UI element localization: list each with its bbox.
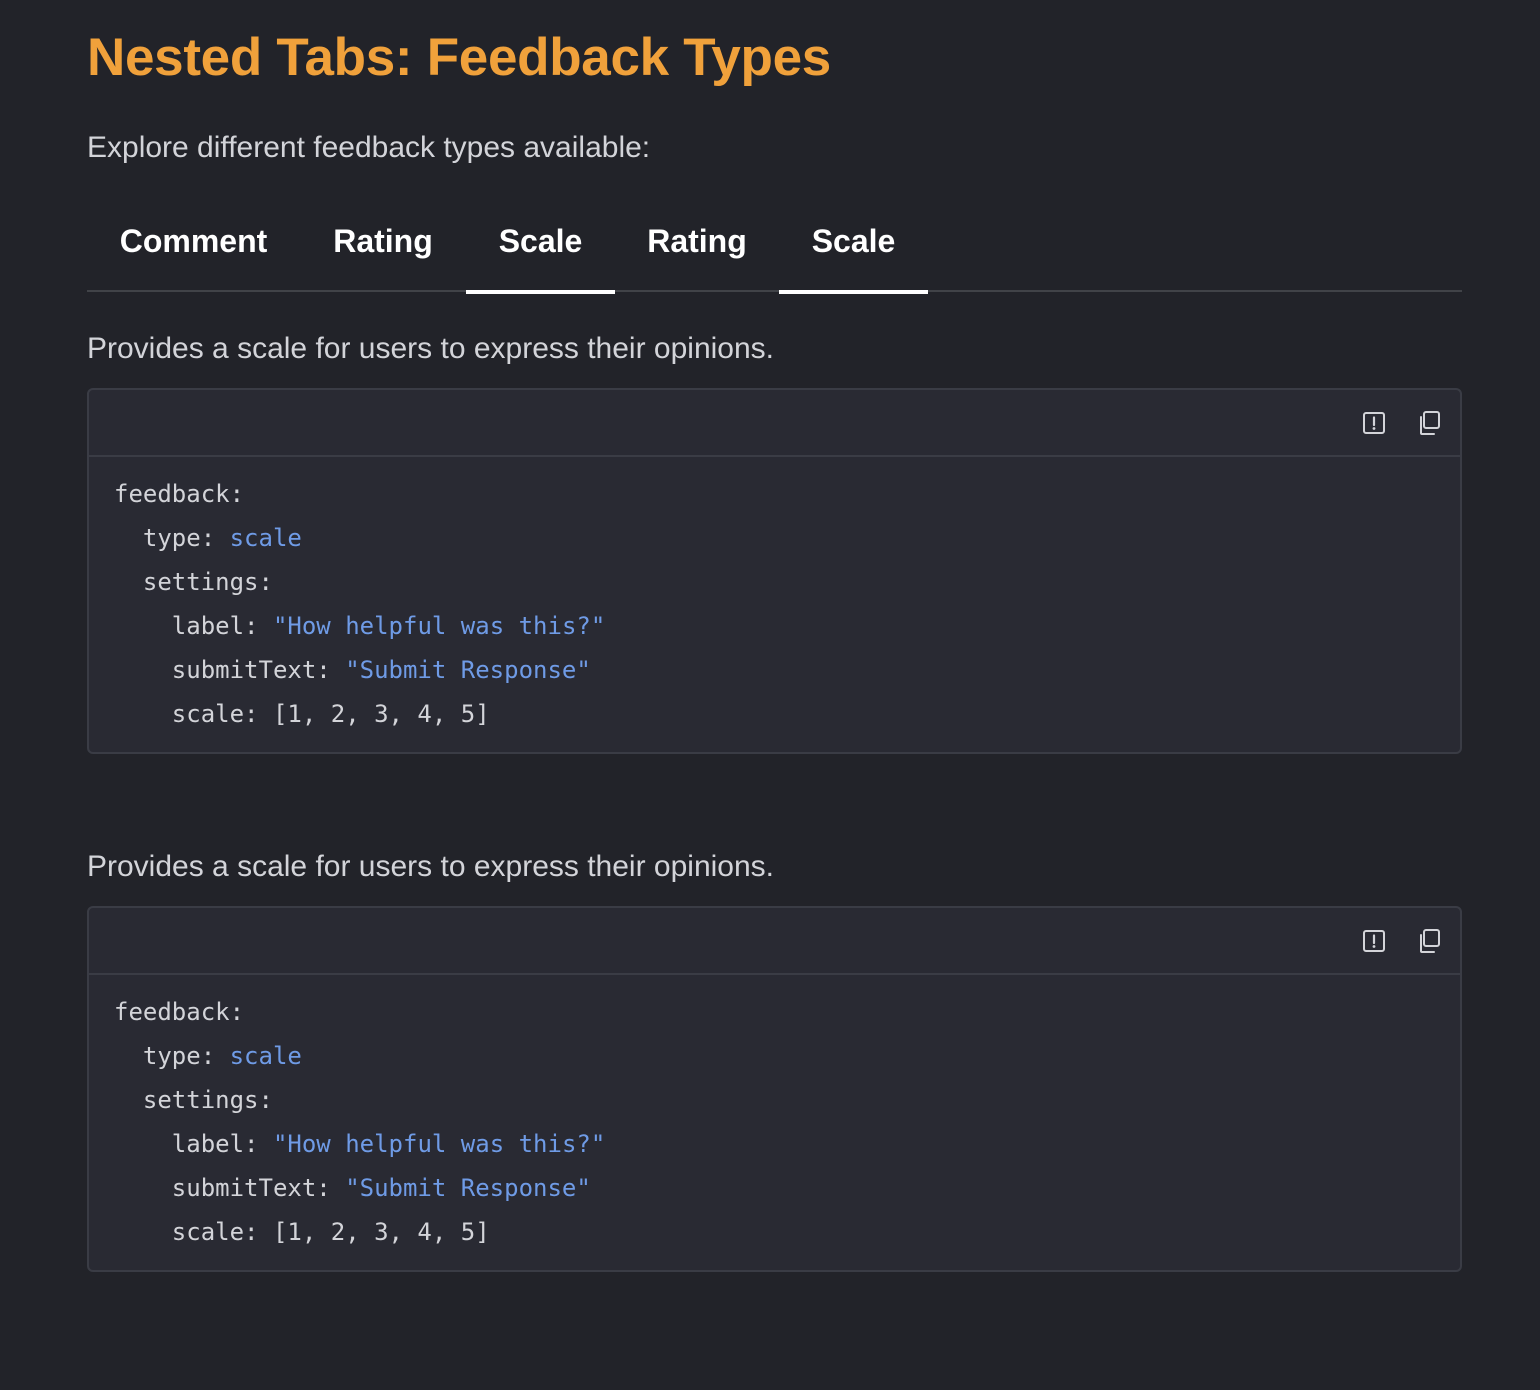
tab-rating[interactable]: Rating [300, 196, 466, 292]
section-description: Provides a scale for users to express th… [87, 332, 774, 365]
code-line: label: "How helpful was this?" [114, 1122, 606, 1166]
code-key: submitText: [114, 656, 346, 684]
code-key: settings: [114, 568, 273, 596]
code-line: type: scale [114, 516, 605, 560]
code-line: scale: [1, 2, 3, 4, 5] [114, 692, 605, 736]
code-key: scale: [1, 2, 3, 4, 5] [114, 1218, 490, 1246]
tab-bar: Comment Rating Scale Rating Scale [87, 196, 1462, 294]
code-key: label: [114, 1130, 273, 1158]
code-content: feedback: type: scale settings: label: "… [114, 990, 605, 1254]
code-line: submitText: "Submit Response" [114, 1166, 605, 1210]
code-key: label: [114, 612, 273, 640]
code-key: type: [114, 1042, 230, 1070]
code-key: feedback: [114, 998, 245, 1026]
code-toolbar [89, 908, 1460, 975]
report-issue-icon[interactable] [1360, 927, 1388, 955]
tab-comment[interactable]: Comment [87, 196, 300, 292]
tab-rating-2[interactable]: Rating [615, 196, 779, 292]
code-value: scale [229, 1042, 302, 1070]
code-key: submitText: [114, 1174, 346, 1202]
code-content: feedback: type: scale settings: label: "… [114, 472, 605, 736]
code-block: feedback: type: scale settings: label: "… [87, 388, 1462, 754]
code-key: type: [114, 524, 230, 552]
code-value: scale [229, 524, 302, 552]
code-key: scale: [1, 2, 3, 4, 5] [114, 700, 490, 728]
section-description: Provides a scale for users to express th… [87, 850, 774, 883]
code-line: label: "How helpful was this?" [114, 604, 606, 648]
code-line: feedback: [114, 472, 605, 516]
tab-scale-2[interactable]: Scale [779, 196, 928, 294]
code-key: settings: [114, 1086, 273, 1114]
code-line: settings: [114, 560, 605, 604]
code-value: "Submit Response" [345, 656, 591, 684]
code-toolbar [89, 390, 1460, 457]
code-line: type: scale [114, 1034, 605, 1078]
page-title: Nested Tabs: Feedback Types [87, 28, 831, 87]
code-value: "How helpful was this?" [272, 1130, 606, 1158]
code-line: feedback: [114, 990, 605, 1034]
copy-icon[interactable] [1415, 409, 1443, 437]
code-block: feedback: type: scale settings: label: "… [87, 906, 1462, 1272]
code-line: settings: [114, 1078, 605, 1122]
code-value: "How helpful was this?" [272, 612, 606, 640]
code-line: scale: [1, 2, 3, 4, 5] [114, 1210, 605, 1254]
tab-scale[interactable]: Scale [466, 196, 615, 294]
code-key: feedback: [114, 480, 245, 508]
code-line: submitText: "Submit Response" [114, 648, 605, 692]
page-intro: Explore different feedback types availab… [87, 131, 651, 164]
copy-icon[interactable] [1415, 927, 1443, 955]
code-value: "Submit Response" [345, 1174, 591, 1202]
report-issue-icon[interactable] [1360, 409, 1388, 437]
